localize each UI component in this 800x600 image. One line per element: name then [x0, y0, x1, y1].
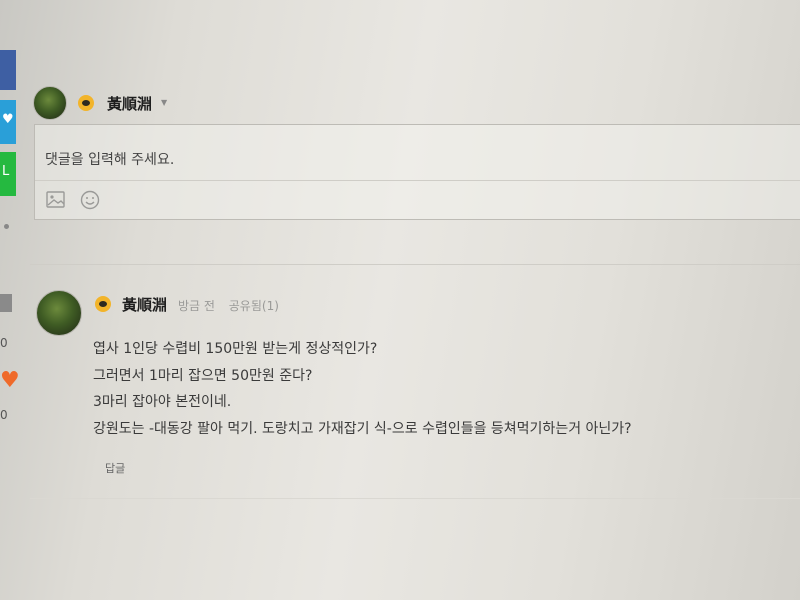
comment-author[interactable]: 黃順淵 — [122, 294, 167, 315]
line-share-button[interactable]: L — [0, 152, 16, 196]
facebook-share-button[interactable] — [0, 50, 16, 90]
kakao-badge-icon — [78, 95, 94, 111]
comment-line: 엽사 1인당 수렵비 150만원 받는게 정상적인가? — [93, 341, 378, 357]
comment-item: 黃順淵 방금 전 공유됨(1) 엽사 1인당 수렵비 150만원 받는게 정상적… — [30, 286, 800, 496]
emoji-icon[interactable] — [79, 189, 101, 211]
share-bar: ♥ L 0 ♥ 0 — [0, 0, 20, 600]
comment-placeholder[interactable]: 댓글을 입력해 주세요. — [45, 149, 174, 169]
share-count-link[interactable]: 공유됨(1) — [229, 299, 279, 313]
comment-time: 방금 전 — [178, 299, 215, 313]
avatar — [33, 86, 67, 120]
kakao-badge-icon — [95, 296, 111, 312]
divider — [30, 264, 800, 265]
comment-line: 3마리 잡아야 본전이네. — [93, 394, 232, 410]
twitter-share-button[interactable]: ♥ — [0, 100, 16, 144]
comment-line: 강원도는 -대동강 팔아 먹기. 도랑치고 가재잡기 식-으로 수렵인들을 등쳐… — [93, 420, 632, 437]
share-count: 0 — [0, 336, 8, 350]
comment-writer: 黃順淵 ▼ 댓글을 입력해 주세요. — [30, 84, 800, 224]
comment-meta: 방금 전 공유됨(1) — [178, 297, 289, 314]
avatar[interactable] — [36, 290, 82, 336]
comment-input[interactable]: 댓글을 입력해 주세요. — [34, 124, 800, 220]
chevron-down-icon[interactable]: ▼ — [161, 98, 167, 107]
comment-body: 엽사 1인당 수렵비 150만원 받는게 정상적인가? 그러면서 1마리 잡으면… — [93, 336, 632, 442]
like-count: 0 — [0, 408, 8, 422]
heart-icon[interactable]: ♥ — [0, 370, 20, 392]
divider — [30, 498, 800, 499]
more-share-icon[interactable] — [4, 224, 9, 229]
input-divider — [35, 180, 800, 181]
line-icon: L — [2, 164, 10, 179]
reply-button[interactable]: 답글 — [105, 460, 125, 476]
comment-line: 그러면서 1마리 잡으면 50만원 준다? — [93, 367, 313, 384]
image-icon[interactable] — [45, 189, 67, 211]
writer-username[interactable]: 黃順淵 — [107, 93, 152, 114]
bookmark-icon[interactable] — [0, 294, 12, 312]
twitter-icon: ♥ — [2, 112, 14, 127]
